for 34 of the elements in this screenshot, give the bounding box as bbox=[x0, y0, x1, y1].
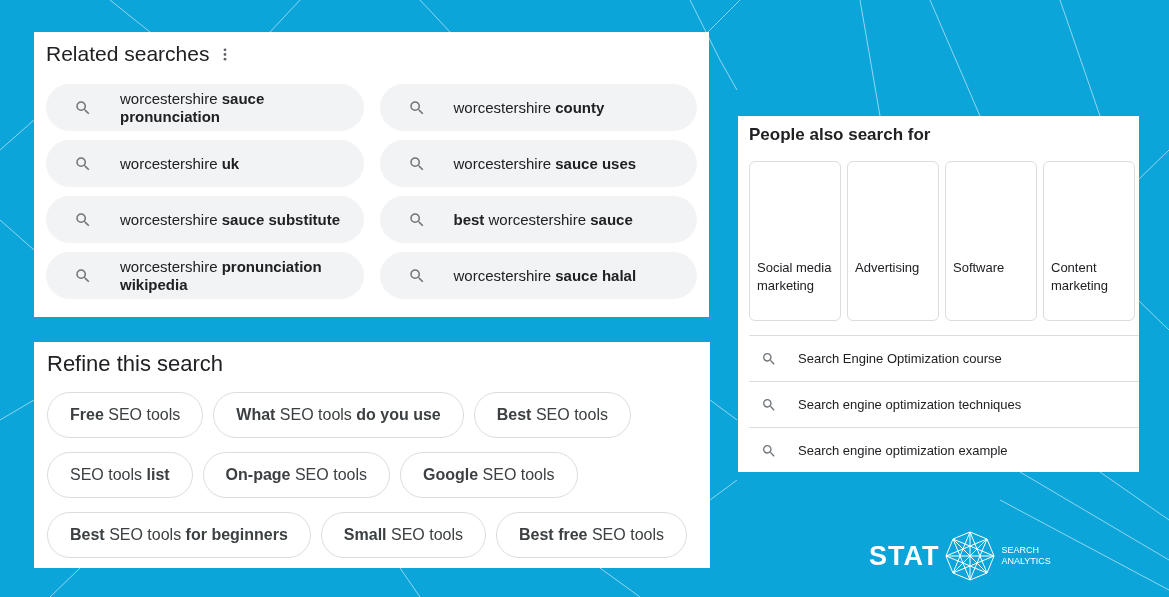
topic-card[interactable]: Content marketing bbox=[1043, 161, 1135, 321]
panel-title: Refine this search bbox=[47, 350, 225, 378]
search-icon bbox=[761, 442, 777, 459]
related-search-chip[interactable]: worcestershire county bbox=[379, 84, 697, 131]
logo-tagline: ANALYTICS bbox=[1001, 556, 1051, 567]
related-search-chip[interactable]: worcestershire sauce uses bbox=[379, 140, 697, 187]
panel-title: Related searches bbox=[46, 41, 210, 68]
search-icon bbox=[407, 210, 426, 229]
logo-wordmark: STAT bbox=[869, 539, 940, 573]
logo-tagline: SEARCH bbox=[1001, 545, 1040, 556]
suggestion-row[interactable]: Search engine optimization example bbox=[749, 427, 1139, 473]
more-options-icon[interactable] bbox=[223, 47, 228, 61]
panel-title: People also search for bbox=[749, 124, 932, 146]
suggestion-row[interactable]: Search engine optimization techniques bbox=[749, 381, 1139, 427]
search-icon bbox=[761, 396, 777, 413]
topic-card[interactable]: Social media marketing bbox=[749, 161, 841, 321]
related-search-chip[interactable]: worcestershire sauce pronunciation bbox=[46, 84, 364, 131]
search-icon bbox=[74, 98, 92, 117]
search-icon bbox=[74, 210, 92, 229]
search-icon bbox=[407, 98, 426, 117]
related-search-chip[interactable]: worcestershire sauce halal bbox=[379, 252, 697, 299]
suggestion-row[interactable]: Search Engine Optimization course bbox=[749, 335, 1139, 381]
related-search-chip[interactable]: best worcestershire sauce bbox=[379, 196, 697, 243]
search-icon bbox=[761, 350, 777, 367]
related-search-chip[interactable]: worcestershire uk bbox=[46, 140, 364, 187]
network-globe-icon bbox=[943, 530, 996, 582]
topic-card[interactable]: Advertising bbox=[847, 161, 939, 321]
search-icon bbox=[407, 154, 426, 173]
search-icon bbox=[407, 266, 426, 285]
search-icon bbox=[74, 154, 92, 173]
search-icon bbox=[74, 266, 92, 285]
related-search-chip[interactable]: worcestershire sauce substitute bbox=[46, 196, 364, 243]
topic-card[interactable]: Software bbox=[945, 161, 1037, 321]
related-search-chip[interactable]: worcestershire pronunciation wikipedia bbox=[46, 252, 364, 299]
